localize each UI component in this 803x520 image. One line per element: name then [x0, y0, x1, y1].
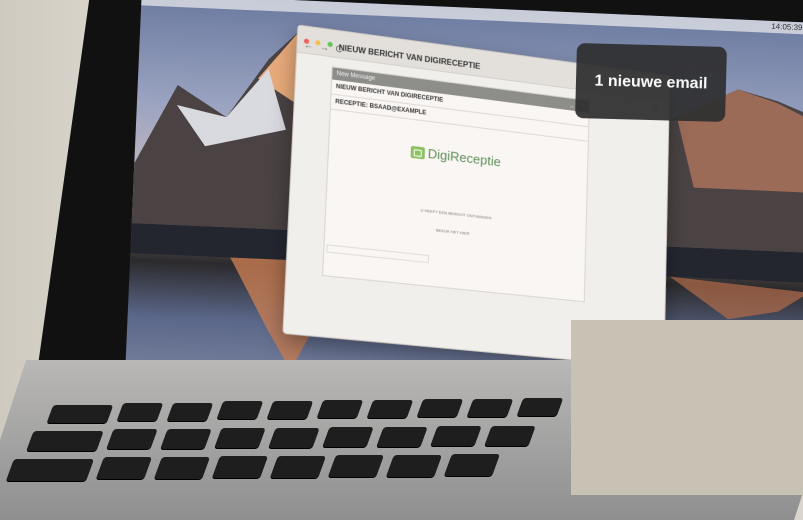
browser-title: NIEUW BERICHT VAN DIGIRECEPTIE: [338, 43, 481, 72]
key: [160, 429, 212, 449]
key: [214, 428, 266, 448]
key: [5, 459, 95, 481]
key: [46, 405, 114, 423]
key: [443, 454, 501, 476]
email-notification[interactable]: 1 nieuwe email: [575, 43, 727, 122]
key: [366, 400, 414, 418]
key: [322, 427, 374, 447]
new-message-window: New Message _ ↗ × NIEUW BERICHT VAN DIGI…: [322, 66, 590, 303]
logo-text: DigiReceptie: [427, 145, 502, 170]
key: [484, 426, 536, 446]
key: [166, 403, 214, 421]
key: [385, 455, 443, 477]
message-window-title: New Message: [336, 70, 376, 83]
formatting-toolbar[interactable]: [326, 244, 429, 264]
key: [516, 398, 564, 416]
key: [266, 401, 314, 419]
key: [153, 457, 211, 479]
key: [466, 399, 514, 417]
key: [26, 431, 104, 451]
key: [95, 457, 153, 479]
keyboard: [5, 395, 610, 505]
key: [211, 456, 269, 478]
key: [416, 399, 464, 417]
key: [216, 401, 264, 419]
key: [116, 403, 164, 421]
key: [327, 455, 385, 477]
body-line-1: U HEEFT EEN BERICHT ONTVANGEN: [420, 207, 492, 221]
body-line-2[interactable]: BEKIJK HET HIER: [436, 227, 470, 236]
overlay-box: [571, 320, 803, 495]
key: [268, 428, 320, 448]
key: [106, 429, 158, 449]
digireceptie-logo: DigiReceptie: [410, 144, 501, 170]
clock-text: 14:05:39: [771, 21, 803, 33]
notification-text: 1 nieuwe email: [594, 72, 708, 93]
logo-mark-icon: [410, 145, 426, 159]
key: [316, 400, 364, 418]
key: [269, 456, 327, 478]
key: [376, 427, 428, 447]
key: [430, 426, 482, 446]
